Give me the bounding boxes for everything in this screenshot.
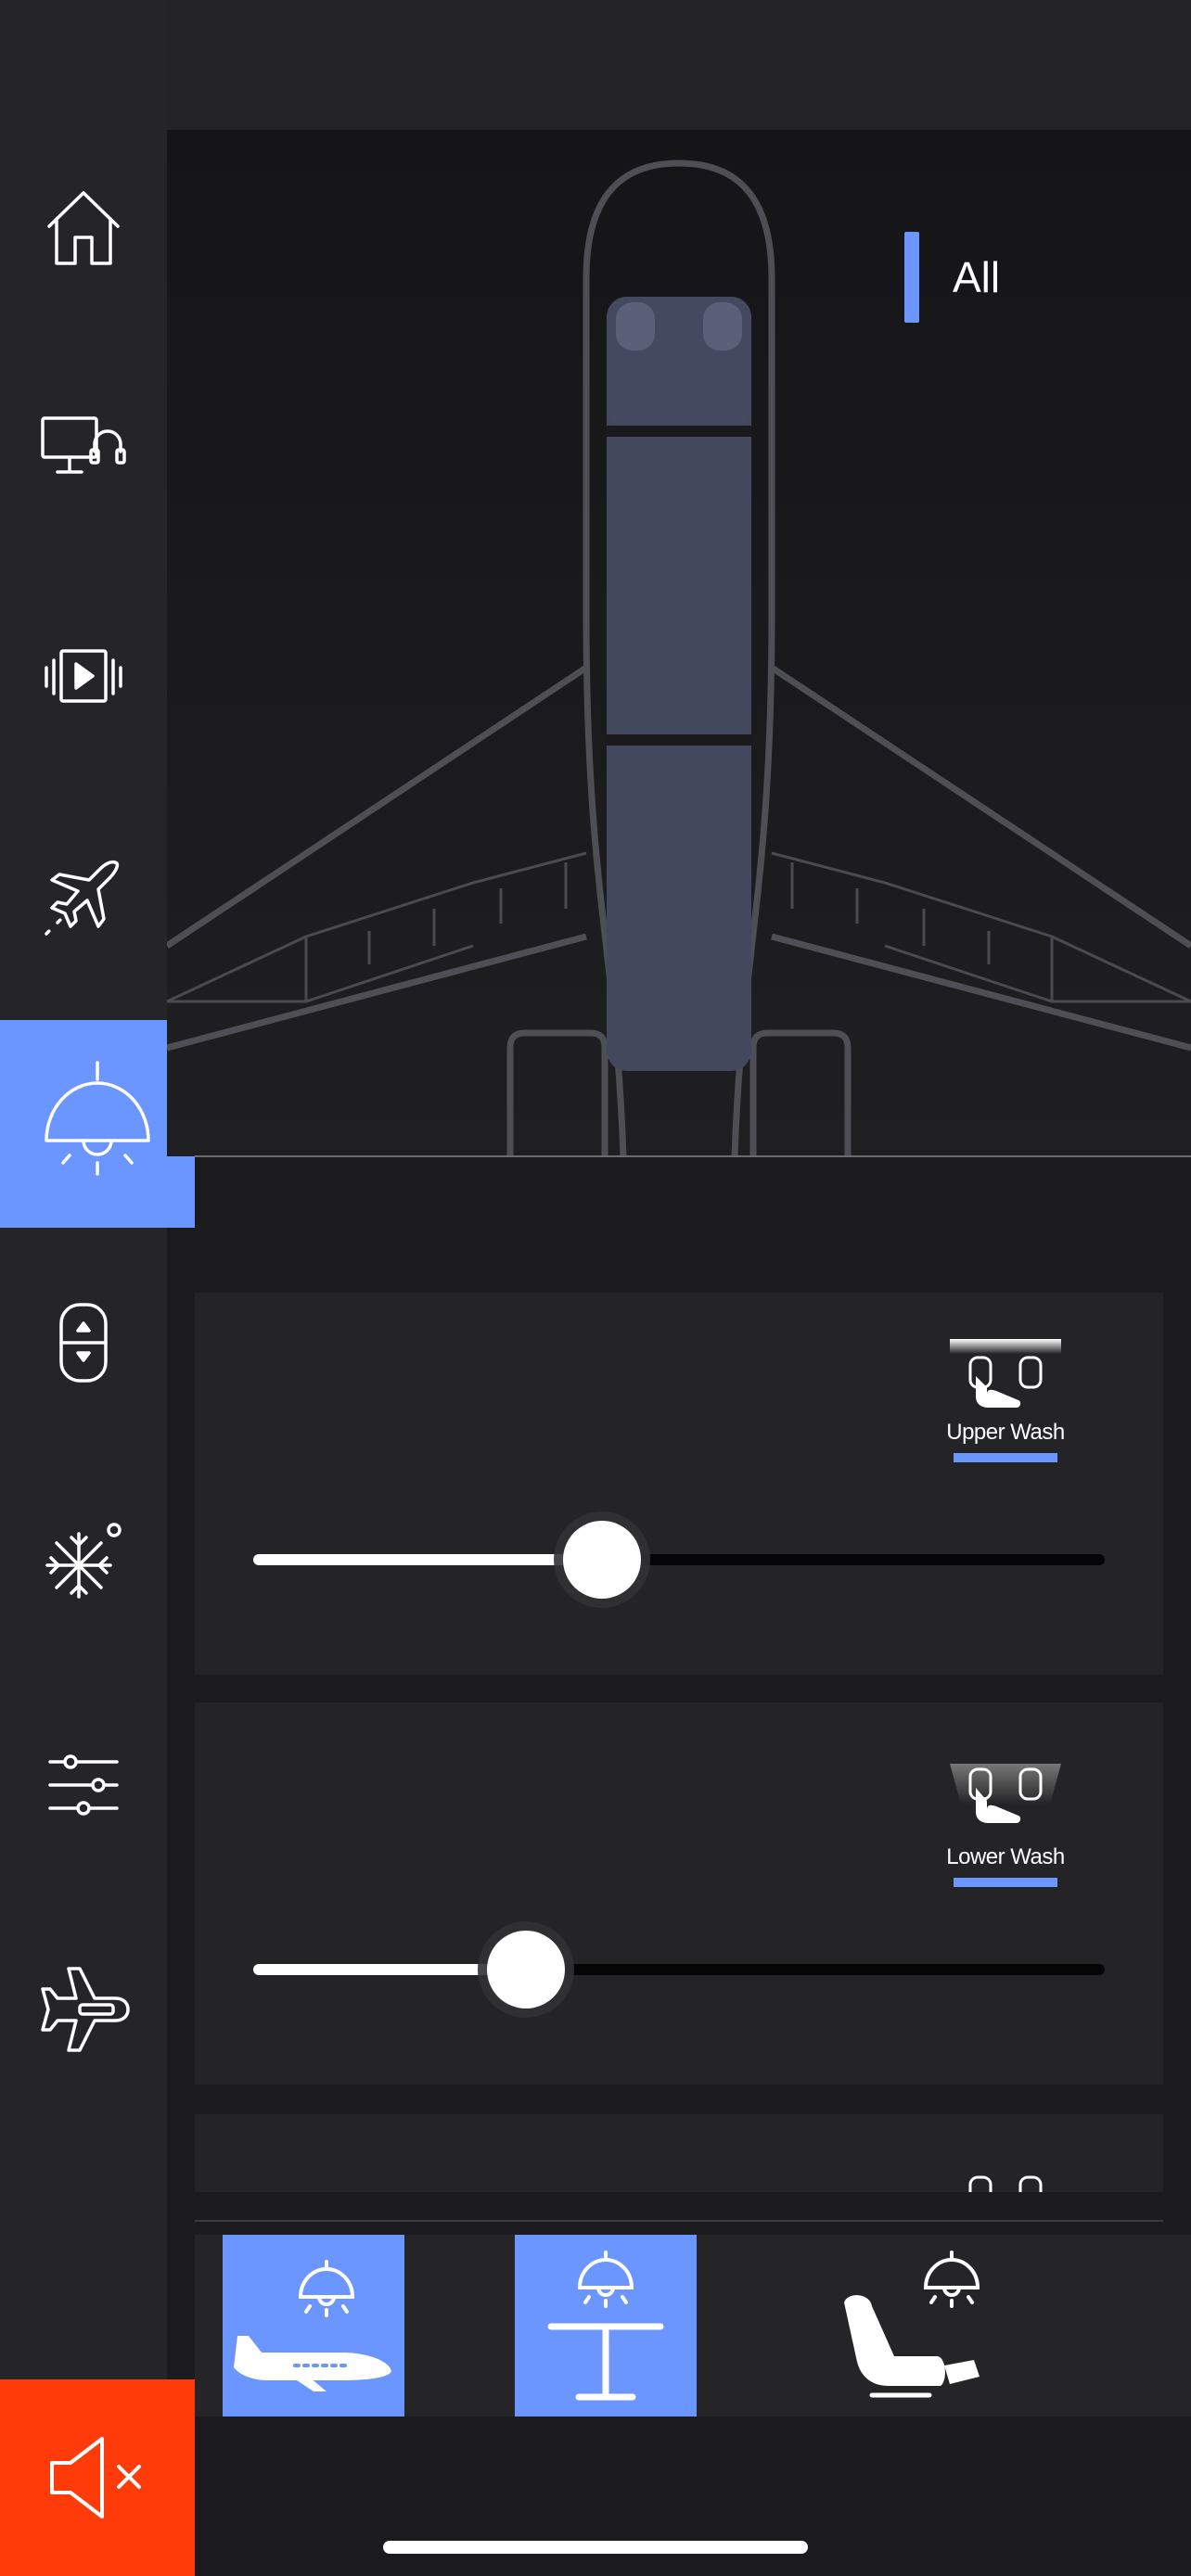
monitor-headphones-icon: [41, 416, 126, 474]
shade-up-down-icon: [59, 1303, 108, 1383]
nav-window-shade[interactable]: [0, 1264, 167, 1422]
sliders-icon: [48, 1754, 119, 1816]
status-bar-area: [0, 0, 1191, 130]
nav-climate[interactable]: [0, 1484, 167, 1641]
upper-wash-label: Upper Wash: [946, 1420, 1065, 1445]
panels-divider: [195, 2220, 1163, 2222]
upper-wash-icon: [950, 1339, 1061, 1408]
lower-wash-icon: [950, 1764, 1061, 1823]
lower-wash-slider-fill: [253, 1964, 526, 1975]
mute-button[interactable]: [0, 2379, 195, 2576]
upper-wash-slider-fill: [253, 1554, 603, 1565]
nav-cabin[interactable]: [0, 1931, 167, 2088]
lower-wash-toggle[interactable]: Lower Wash: [941, 1764, 1070, 1887]
lower-wash-slider-thumb[interactable]: [486, 1931, 565, 2009]
seat-lamp-icon: [844, 2251, 980, 2398]
nav-flight[interactable]: [0, 816, 167, 974]
aircraft-lamp-icon: [234, 2260, 391, 2391]
snowflake-icon: [45, 1523, 122, 1599]
upper-wash-active-indicator: [954, 1453, 1057, 1462]
aircraft-top-view: [167, 159, 1191, 1156]
home-icon: [47, 191, 120, 265]
nav-settings[interactable]: [0, 1706, 167, 1864]
scene-aircraft-lighting[interactable]: [223, 2235, 404, 2417]
lighting-scene-bar: [195, 2235, 1191, 2417]
nav-media-audio[interactable]: [0, 371, 167, 529]
upper-wash-slider-thumb[interactable]: [563, 1521, 642, 1599]
zone-indicator: [904, 232, 919, 323]
zone-selector[interactable]: All: [904, 232, 1000, 323]
upper-wash-toggle[interactable]: Upper Wash: [941, 1339, 1070, 1462]
upper-wash-panel: Upper Wash: [195, 1293, 1163, 1675]
scene-table-lighting[interactable]: [515, 2235, 697, 2417]
home-indicator[interactable]: [383, 2541, 808, 2554]
nav-lighting[interactable]: [0, 1020, 195, 1228]
zone-label-text: All: [953, 253, 1001, 301]
hero-divider: [195, 1155, 1191, 1157]
ceiling-lamp-icon: [45, 1061, 150, 1176]
airplane-takeoff-icon: [45, 860, 120, 936]
speaker-muted-icon: [50, 2437, 141, 2519]
lower-wash-panel: Lower Wash: [195, 1702, 1163, 2085]
wash-partial-icon: [968, 2175, 1043, 2192]
nav-home[interactable]: [0, 148, 167, 306]
lower-wash-slider[interactable]: [253, 1931, 1105, 2009]
lower-wash-active-indicator: [954, 1878, 1057, 1887]
table-lamp-icon: [547, 2251, 664, 2401]
lower-wash-label: Lower Wash: [946, 1844, 1065, 1869]
scene-seat-lighting[interactable]: [807, 2235, 1030, 2417]
video-play-icon: [45, 649, 122, 703]
nav-video[interactable]: [0, 598, 167, 756]
airplane-cabin-icon: [41, 1967, 130, 2052]
next-lighting-panel: [195, 2114, 1163, 2192]
aircraft-illustration: [167, 130, 1191, 1156]
upper-wash-slider[interactable]: [253, 1521, 1105, 1599]
